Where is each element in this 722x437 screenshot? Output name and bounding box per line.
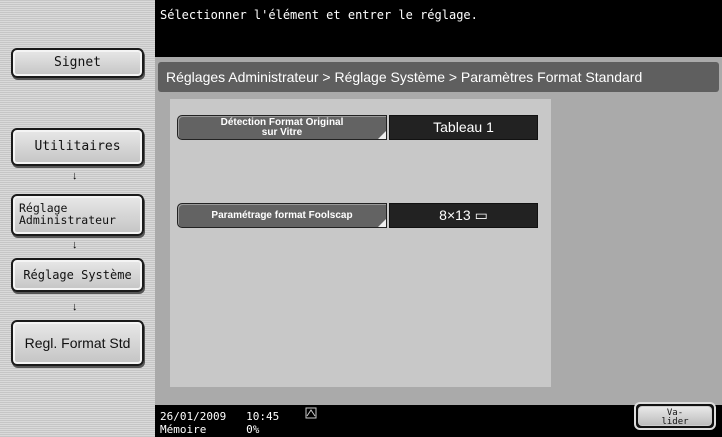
validate-button[interactable]: Va- lider [634,402,716,430]
detection-format-original-button[interactable]: Détection Format Original sur Vitre [177,115,387,140]
main-panel: Réglages Administrateur > Réglage Systèm… [155,57,722,405]
memory-value: 0% [246,423,260,436]
sidebar-item-label: Réglage Système [23,268,132,282]
footer-datetime: 26/01/2009 10:45 [160,410,279,423]
validate-label: Va- lider [638,406,712,427]
breadcrumb: Réglages Administrateur > Réglage Systèm… [158,62,719,92]
footer-memory: Mémoire 0% [160,423,259,436]
signet-button[interactable]: Signet [11,48,144,78]
detection-format-value: Tableau 1 [389,115,538,140]
sidebar: Signet Utilitaires ↓ Réglage Administrat… [0,0,155,437]
signet-label: Signet [54,55,101,70]
settings-area: Détection Format Original sur Vitre Tabl… [170,99,551,387]
sidebar-item-label: Utilitaires [34,139,121,154]
date-text: 26/01/2009 [160,410,227,423]
validate-label-line2: lider [661,417,689,427]
sidebar-item-label: Administrateur [19,213,116,227]
sidebar-item-label: Regl. Format Std [24,335,131,351]
sidebar-item-reglage-administrateur[interactable]: Réglage Administrateur [11,194,144,236]
down-arrow-icon: ↓ [72,170,78,182]
sidebar-item-utilitaires[interactable]: Utilitaires [11,128,144,166]
down-arrow-icon: ↓ [72,301,78,313]
setting-label: Paramétrage format Foolscap [211,210,353,221]
network-status-icon [305,407,317,419]
parametrage-format-foolscap-button[interactable]: Paramétrage format Foolscap [177,203,387,228]
memory-label: Mémoire [160,423,207,436]
time-text: 10:45 [246,410,280,423]
down-arrow-icon: ↓ [72,239,78,251]
foolscap-format-value: 8×13 ▭ [389,203,538,228]
setting-label: sur Vitre [261,127,303,138]
sidebar-item-regl-format-std[interactable]: Regl. Format Std [11,320,144,366]
sidebar-item-reglage-systeme[interactable]: Réglage Système [11,258,144,292]
instruction-message: Sélectionner l'élément et entrer le régl… [160,8,478,22]
